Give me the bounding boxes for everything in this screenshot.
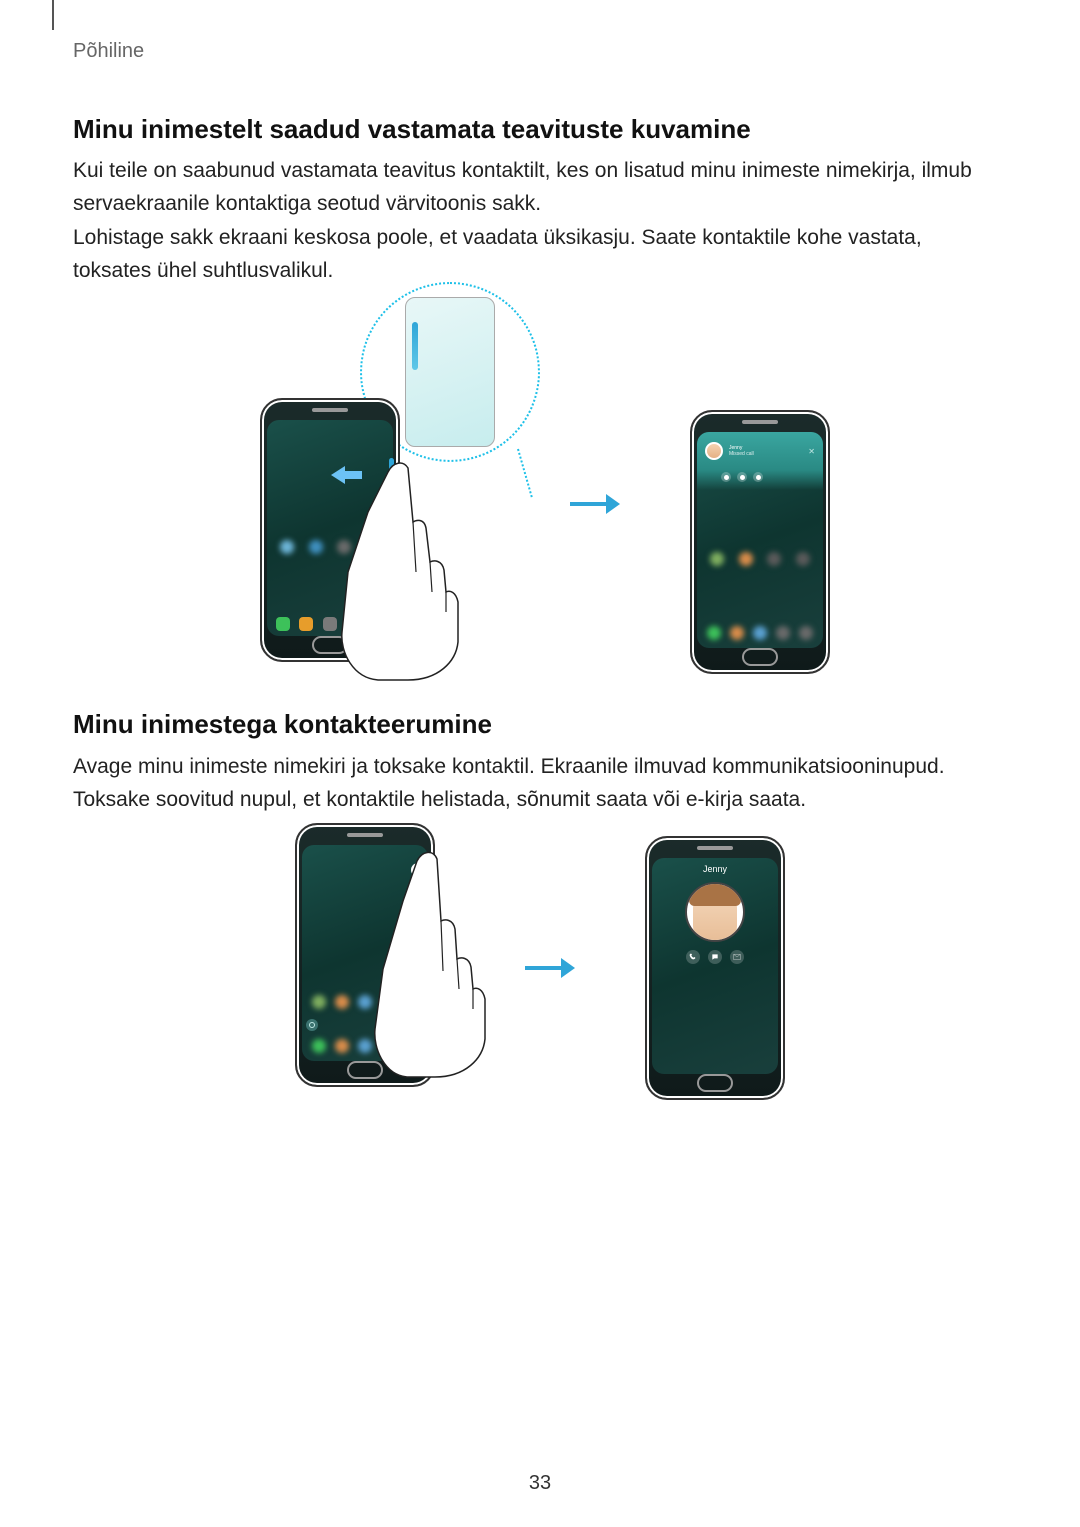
gear-icon[interactable] [306,1019,318,1031]
callout-phone-edge [405,297,495,447]
close-icon[interactable]: ✕ [808,447,815,456]
call-icon[interactable] [686,950,700,964]
edge-tab-indicator [412,322,418,370]
arrow-right-icon [570,494,630,514]
home-icon-blur [776,626,790,640]
home-icon-blur [739,552,753,566]
figure-contact-people: Jenny [0,823,1080,1113]
section1-heading: Minu inimestelt saadud vastamata teavitu… [73,114,751,145]
email-icon[interactable] [730,950,744,964]
callout-leader-2 [517,449,533,498]
home-icon-blur [710,552,724,566]
app-phone-icon [276,617,290,631]
home-icon-blur [767,552,781,566]
section2-heading: Minu inimestega kontakteerumine [73,709,492,740]
avatar-large [685,882,745,942]
home-icon-blur [799,626,813,640]
figure1-left-group [250,282,510,686]
home-icon-blur [753,626,767,640]
breadcrumb: Põhiline [73,40,144,63]
figure2-left-group [295,823,465,1113]
avatar [705,442,723,460]
home-icon-blur [796,552,810,566]
figure-missed-notifications: Jenny Missed call ✕ [0,282,1080,686]
home-icon-blur [335,995,349,1009]
section1-paragraph-2: Lohistage sakk ekraani keskosa poole, et… [73,222,973,287]
section-rule [52,0,54,30]
home-icon-blur [312,1039,326,1053]
notification-text: Jenny Missed call [729,445,754,457]
phone-screen-notification: Jenny Missed call ✕ [697,432,823,648]
contact-name-label: Jenny [703,864,727,874]
phone-illustration-right: Jenny Missed call ✕ [690,410,830,674]
notification-actions-row [697,470,823,490]
page-number: 33 [0,1472,1080,1495]
notification-panel: Jenny Missed call ✕ [697,432,823,470]
message-icon[interactable] [708,950,722,964]
arrow-right-icon [525,958,585,978]
notification-status: Missed call [729,451,754,457]
contact-actions-row [686,950,744,964]
home-icon-blur [335,1039,349,1053]
hand-drag-illustration [298,432,498,682]
home-icon-blur [280,540,294,554]
hand-tap-illustration [355,843,515,1083]
home-icon-blur [730,626,744,640]
home-icon-blur [707,626,721,640]
call-icon[interactable] [721,472,731,482]
email-icon[interactable] [753,472,763,482]
home-icon-blur [312,995,326,1009]
section2-paragraph-1: Avage minu inimeste nimekiri ja toksake … [73,751,1013,816]
phone-illustration-contact: Jenny [645,836,785,1100]
section1-paragraph-1: Kui teile on saabunud vastamata teavitus… [73,155,973,220]
phone-screen-contact-detail: Jenny [652,858,778,1074]
message-icon[interactable] [737,472,747,482]
